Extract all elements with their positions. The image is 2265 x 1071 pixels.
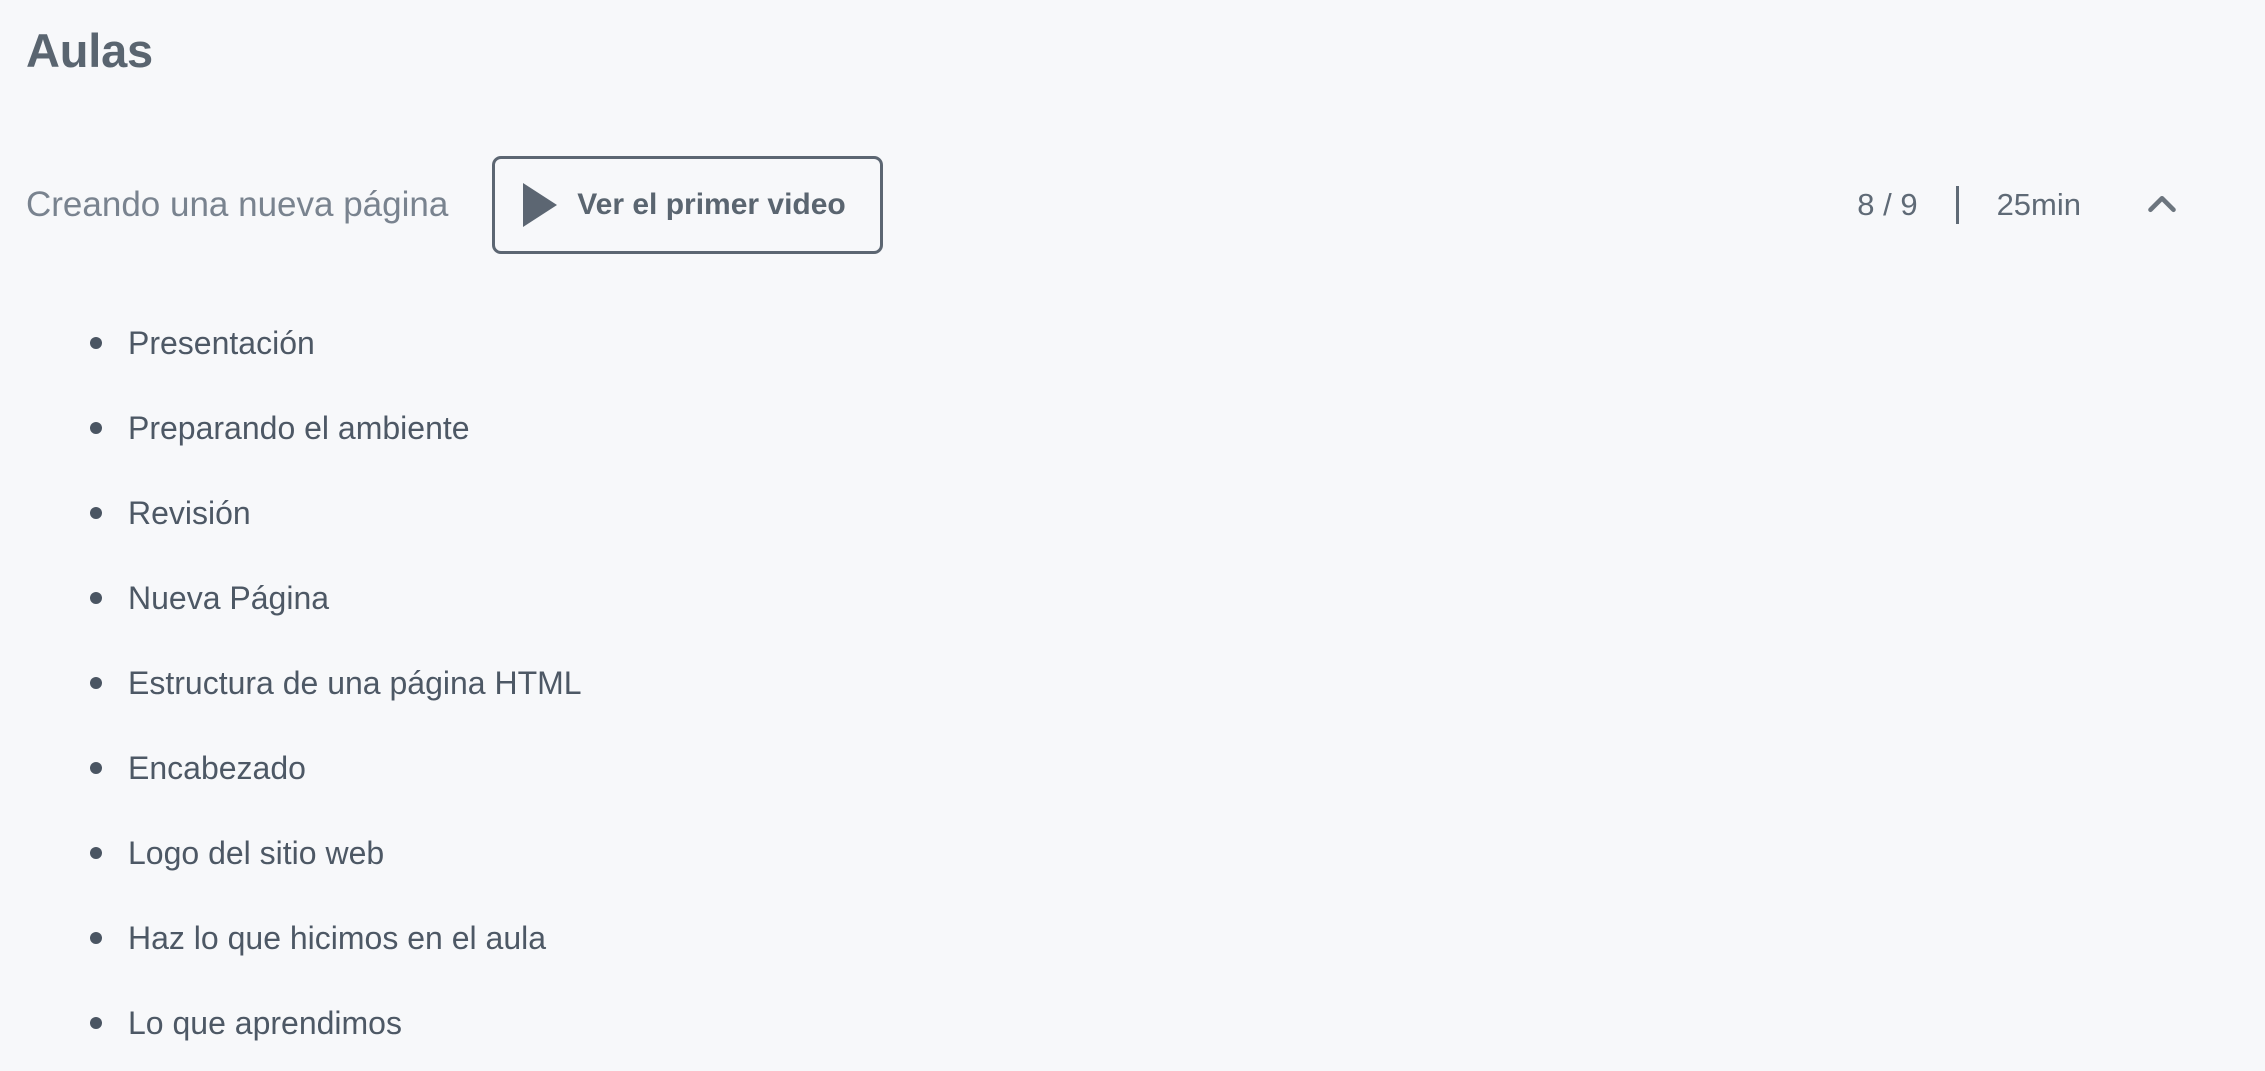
bullet-icon bbox=[90, 591, 102, 604]
list-item[interactable]: Haz lo que hicimos en el aula bbox=[0, 895, 1400, 980]
list-item[interactable]: Estructura de una página HTML bbox=[0, 640, 1400, 725]
list-item[interactable]: Revisión bbox=[0, 470, 1400, 555]
bullet-icon bbox=[90, 1016, 102, 1029]
lesson-label: Revisión bbox=[128, 494, 251, 531]
watch-first-video-button[interactable]: Ver el primer video bbox=[492, 156, 883, 254]
module-header-row: Creando una nueva página Ver el primer v… bbox=[0, 150, 2265, 260]
bullet-icon bbox=[90, 336, 102, 349]
page-title: Aulas bbox=[26, 24, 153, 77]
meta-divider bbox=[1955, 186, 1959, 224]
lesson-progress-count: 8 / 9 bbox=[1857, 187, 1918, 222]
bullet-icon bbox=[90, 931, 102, 944]
module-duration: 25min bbox=[1996, 187, 2081, 222]
play-icon bbox=[523, 183, 558, 227]
bullet-icon bbox=[90, 421, 102, 434]
chevron-up-icon bbox=[2139, 182, 2185, 228]
list-item[interactable]: Encabezado bbox=[0, 725, 1400, 810]
lesson-label: Encabezado bbox=[128, 749, 306, 786]
bullet-icon bbox=[90, 846, 102, 859]
bullet-icon bbox=[90, 676, 102, 689]
module-meta: 8 / 9 25min bbox=[1857, 182, 2185, 228]
lesson-label: Nueva Página bbox=[128, 579, 330, 616]
bullet-icon bbox=[90, 506, 102, 519]
lesson-label: Estructura de una página HTML bbox=[128, 664, 582, 701]
lesson-label: Presentación bbox=[128, 324, 315, 361]
lesson-label: Haz lo que hicimos en el aula bbox=[128, 919, 547, 956]
watch-first-video-label: Ver el primer video bbox=[577, 188, 846, 221]
lesson-label: Preparando el ambiente bbox=[128, 409, 470, 446]
bullet-icon bbox=[90, 761, 102, 774]
list-item[interactable]: Presentación bbox=[0, 300, 1400, 385]
lesson-label: Logo del sitio web bbox=[128, 834, 385, 871]
list-item[interactable]: Nueva Página bbox=[0, 555, 1400, 640]
list-item[interactable]: Preparando el ambiente bbox=[0, 385, 1400, 470]
module-subtitle: Creando una nueva página bbox=[26, 185, 449, 224]
lesson-list: Presentación Preparando el ambiente Revi… bbox=[0, 300, 1400, 1065]
collapse-module-button[interactable] bbox=[2139, 182, 2185, 228]
list-item[interactable]: Lo que aprendimos bbox=[0, 980, 1400, 1065]
aulas-section: Aulas Creando una nueva página Ver el pr… bbox=[0, 0, 2265, 1071]
list-item[interactable]: Logo del sitio web bbox=[0, 810, 1400, 895]
lesson-label: Lo que aprendimos bbox=[128, 1004, 402, 1041]
